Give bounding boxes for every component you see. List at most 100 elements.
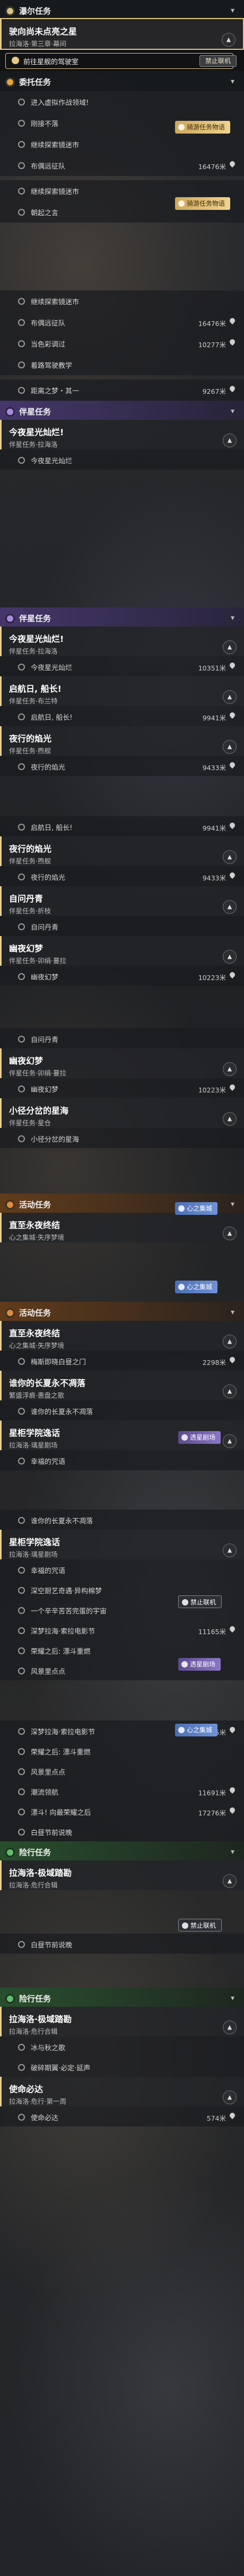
section-header[interactable]: 委托任务 ▾ (0, 71, 244, 91)
quest-header[interactable]: 星柜学院逸话 拉海洛·璃星剧场 ▲ (0, 1530, 244, 1559)
collapse-toggle-icon[interactable]: ▲ (223, 1384, 237, 1398)
objective-item[interactable]: 继续探索镜迷市 (0, 290, 244, 312)
objective-item[interactable]: 白昼节前说晚 (0, 1821, 244, 1841)
objective-status-icon (18, 1036, 25, 1043)
quest-header[interactable]: 夜行的焰光 伴星任务·煦舰 ▲ (0, 836, 244, 866)
collapse-toggle-icon[interactable]: ▲ (223, 1874, 237, 1888)
quest-header[interactable]: 使命必达 拉海洛·危行·第一周 ▲ (0, 2077, 244, 2106)
quest-title: 驶向尚未点亮之星 (9, 27, 77, 37)
objective-item[interactable]: 幸福的咒语 (0, 1450, 244, 1470)
location-pin-icon (228, 821, 237, 830)
objective-distance: 11165米 (198, 1628, 226, 1636)
collapse-toggle-icon[interactable]: ▲ (223, 950, 237, 964)
objective-item[interactable]: 幸福的咒语 (0, 1559, 244, 1580)
section-header[interactable]: 活动任务 ▾ (0, 1302, 244, 1321)
collapse-toggle-icon[interactable]: ▲ (223, 640, 237, 654)
location-pin-icon (228, 1786, 237, 1795)
collapse-toggle-icon[interactable]: ▲ (222, 33, 236, 47)
objective-item[interactable]: 幽夜幻梦 10223米 (0, 966, 244, 986)
objective-item[interactable]: 使命必达 574米 (0, 2106, 244, 2127)
objective-item[interactable]: 自问丹青 (0, 1028, 244, 1048)
quest-title: 直至永夜终结 (9, 1328, 60, 1338)
objective-text: 刚接不落 (31, 120, 59, 128)
objective-item[interactable]: 漂斗! 向最荣耀之后 17276米 (0, 1801, 244, 1821)
quest-header[interactable]: 今夜星光灿烂! 伴星任务·拉海洛 ▲ (0, 420, 244, 449)
section-header[interactable]: 瀑尔任务 ▾ (0, 0, 244, 18)
quest-header[interactable]: 驶向尚未点亮之星 拉海洛·第三章·幕间 ▲ (0, 18, 244, 50)
objective-item[interactable]: 今夜星光灿烂 10351米 (0, 656, 244, 676)
objective-status-icon (18, 874, 25, 880)
objective-item[interactable]: 距离之梦・其一 9267米 (0, 380, 244, 401)
objective-status-icon (18, 99, 25, 105)
objective-item[interactable]: 深梦拉海·索拉电影节 11165米 (0, 1620, 244, 1640)
collapse-toggle-icon[interactable]: ▲ (223, 690, 237, 704)
section-label: 活动任务 (19, 1308, 51, 1318)
collapse-toggle-icon[interactable]: ▲ (223, 740, 237, 754)
objective-item[interactable]: 荣耀之后: 漂斗重燃 (0, 1640, 244, 1660)
quest-header[interactable]: 自问丹青 伴星任务·折枝 ▲ (0, 886, 244, 916)
section-header[interactable]: 伴星任务 ▾ (0, 401, 244, 420)
objective-item[interactable]: 梅斯即晓白昼之门 2298米 (0, 1351, 244, 1371)
objective-item[interactable]: 着路驾驶教学 (0, 354, 244, 375)
quest-header[interactable]: 幽夜幻梦 伴星任务·卯绢·蔓拉 ▲ (0, 936, 244, 966)
objective-item[interactable]: 荣耀之后: 漂斗重燃 (0, 1741, 244, 1761)
collapse-toggle-icon[interactable]: ▲ (223, 1227, 237, 1240)
objective-item[interactable]: 布偶远征队 16476米 (0, 312, 244, 333)
objective-item[interactable]: 小径分岔的星海 (0, 1128, 244, 1148)
quest-header[interactable]: 直至永夜终结 心之集城·失序梦境 ▲ (0, 1321, 244, 1351)
objective-item[interactable]: 夜行的焰光 9433米 (0, 866, 244, 886)
objective-item[interactable]: 谁你的长夏永不凋落 (0, 1400, 244, 1421)
tag-label: 禁止联机 (190, 1599, 216, 1606)
objective-item[interactable]: 幽夜幻梦 10223米 (0, 1078, 244, 1098)
collapse-toggle-icon[interactable]: ▲ (223, 900, 237, 914)
objective-item[interactable]: 破碎期翼·必定·延声 (0, 2057, 244, 2077)
collapse-toggle-icon[interactable]: ▲ (223, 434, 237, 447)
collapse-toggle-icon[interactable]: ▲ (223, 1112, 237, 1126)
quest-header[interactable]: 幽夜幻梦 伴星任务·卯绢·蔓拉 ▲ (0, 1048, 244, 1078)
collapse-toggle-icon[interactable]: ▲ (223, 2021, 237, 2034)
objective-item[interactable]: 启航日, 船长! 9941米 (0, 816, 244, 836)
tracked-objective[interactable]: 前往星舰的驾驶室 禁止联机 (0, 50, 244, 71)
quest-header[interactable]: 小径分岔的星海 伴星任务·星仓 ▲ (0, 1098, 244, 1128)
objective-item[interactable]: 布偶远征队 16476米 (0, 155, 244, 176)
objective-item[interactable]: 自问丹青 (0, 916, 244, 936)
quest-header[interactable]: 夜行的焰光 伴星任务·煦舰 ▲ (0, 726, 244, 756)
objective-item[interactable]: 启航日, 船长! 9941米 (0, 706, 244, 726)
no-coop-button[interactable]: 禁止联机 (199, 55, 237, 67)
collapse-toggle-icon[interactable]: ▲ (223, 1062, 237, 1076)
quest-title: 今夜星光灿烂! (9, 634, 64, 644)
quest-header[interactable]: 直至永夜终结 心之集城·失序梦境 ▲ (0, 1213, 244, 1242)
quest-subtitle: 拉海洛·危行合辑 (9, 1881, 58, 1889)
section-marker-icon (5, 1308, 15, 1318)
quest-header[interactable]: 拉海洛·极域踏勘 拉海洛·危行合辑 ▲ (0, 1860, 244, 1890)
section-header[interactable]: 险行任务 ▾ (0, 1988, 244, 2007)
objective-text: 今夜星光灿烂 (31, 664, 73, 672)
objective-status-icon (18, 141, 25, 148)
collapse-toggle-icon[interactable]: ▲ (223, 1543, 237, 1557)
collapse-toggle-icon[interactable]: ▲ (223, 1434, 237, 1448)
collapse-toggle-icon[interactable]: ▲ (223, 2090, 237, 2104)
collapse-toggle-icon[interactable]: ▲ (223, 1335, 237, 1348)
section-marker-icon (5, 407, 15, 417)
objective-item[interactable]: 今夜星光灿烂 (0, 449, 244, 470)
quest-header[interactable]: 今夜星光灿烂! 伴星任务·拉海洛 ▲ (0, 627, 244, 656)
objective-item[interactable]: 白昼节前说晚 (0, 1934, 244, 1954)
objective-status-icon (18, 361, 25, 368)
objective-item[interactable]: 潮流领航 11691米 (0, 1781, 244, 1801)
quest-header[interactable]: 启航日, 船长! 伴星任务·布兰特 ▲ (0, 676, 244, 706)
quest-header[interactable]: 拉海洛·极域踏勘 拉海洛·危行合辑 ▲ (0, 2007, 244, 2036)
collapse-toggle-icon[interactable]: ▲ (223, 850, 237, 864)
objective-item[interactable]: 夜行的焰光 9433米 (0, 756, 244, 776)
objective-item[interactable]: 谁你的长夏永不凋落 (0, 1510, 244, 1530)
objective-text: 小径分岔的星海 (31, 1136, 80, 1144)
quest-title: 启航日, 船长! (9, 684, 62, 694)
objective-item[interactable]: 当色彩调过 10277米 (0, 333, 244, 354)
objective-item[interactable]: 风景里点点 (0, 1761, 244, 1781)
section-header[interactable]: 伴星任务 ▾ (0, 607, 244, 627)
objective-item[interactable]: 进入虚拟作战领域! (0, 91, 244, 112)
section-header[interactable]: 险行任务 ▾ (0, 1841, 244, 1860)
quest-subtitle: 心之集城·失序梦境 (9, 1233, 64, 1241)
objective-item[interactable]: 继续探索镜迷市 (0, 134, 244, 155)
objective-item[interactable]: 冰与秋之歌 (0, 2036, 244, 2057)
quest-header[interactable]: 谁你的长夏永不凋落 繁盛浮痕·惠盘之歌 ▲ (0, 1371, 244, 1400)
